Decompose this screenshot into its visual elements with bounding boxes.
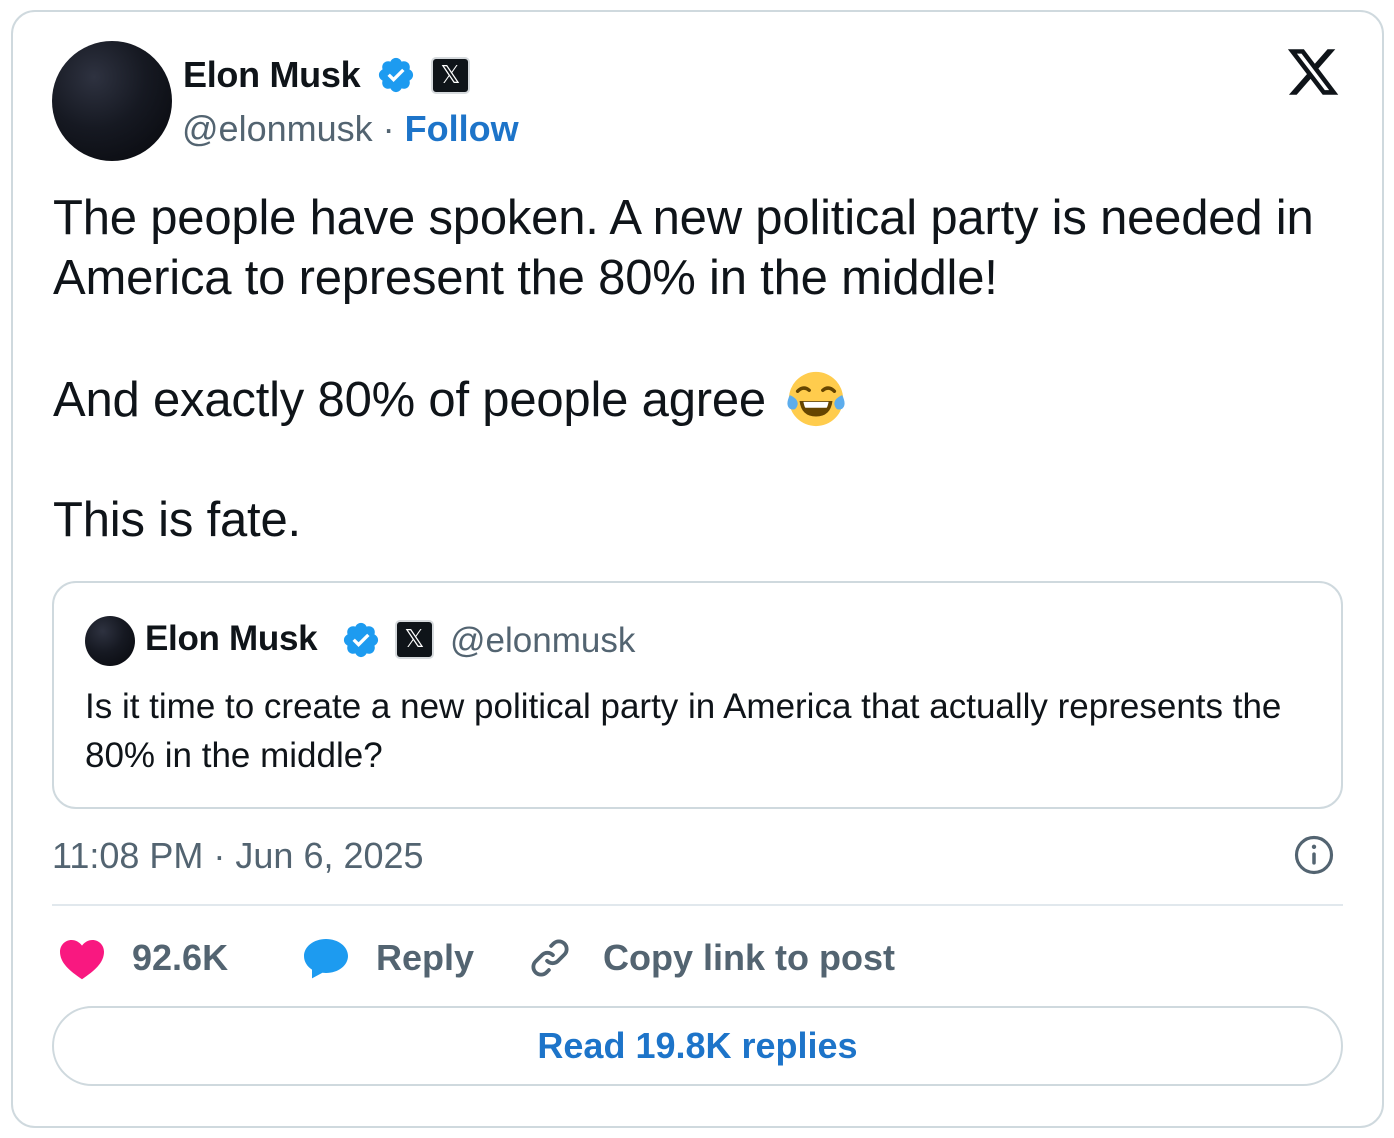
author-handle-row: @elonmusk · Follow <box>182 108 519 150</box>
quoted-tweet-text: Is it time to create a new political par… <box>85 687 1282 775</box>
tweet-paragraph: The people have spoken. A new political … <box>53 191 1314 305</box>
x-affiliate-badge-icon: 𝕏 <box>431 57 470 94</box>
read-replies-button[interactable]: Read 19.8K replies <box>52 1006 1343 1086</box>
info-icon[interactable] <box>1293 834 1335 876</box>
verified-badge-icon <box>343 622 379 658</box>
tweet-paragraph: This is fate. <box>53 493 301 547</box>
quoted-author-avatar <box>85 616 135 666</box>
x-affiliate-badge-icon: 𝕏 <box>395 620 434 659</box>
tweet-paragraph: And exactly 80% of people agree <box>53 373 766 427</box>
quoted-author-name: Elon Musk <box>145 619 318 658</box>
author-avatar[interactable] <box>52 41 172 161</box>
tears-of-joy-emoji-icon <box>787 371 845 427</box>
x-logo-icon[interactable] <box>1284 44 1342 100</box>
verified-badge-icon <box>378 57 414 93</box>
quoted-author-handle: @elonmusk <box>450 621 636 660</box>
copy-link-label: Copy link to post <box>603 937 895 978</box>
tweet-paragraph-with-emoji: And exactly 80% of people agree <box>53 368 1353 430</box>
author-name[interactable]: Elon Musk <box>183 54 361 96</box>
reply-label: Reply <box>376 937 475 978</box>
author-handle[interactable]: @elonmusk <box>182 108 373 149</box>
copy-link-button[interactable]: Copy link to post <box>527 930 895 986</box>
handle-separator: · <box>382 108 395 149</box>
like-button[interactable]: 92.6K <box>58 930 228 986</box>
speech-bubble-icon <box>304 939 348 979</box>
tweet-text: The people have spoken. A new political … <box>53 188 1353 550</box>
link-icon <box>531 939 569 977</box>
like-count: 92.6K <box>132 937 229 978</box>
quoted-tweet[interactable]: Elon Musk 𝕏 @elonmusk Is it time to crea… <box>52 581 1343 809</box>
heart-icon <box>60 940 104 980</box>
tweet-timestamp[interactable]: 11:08 PM · Jun 6, 2025 <box>52 835 424 877</box>
divider <box>52 904 1343 906</box>
follow-button[interactable]: Follow <box>405 108 519 149</box>
reply-button[interactable]: Reply <box>302 930 474 986</box>
